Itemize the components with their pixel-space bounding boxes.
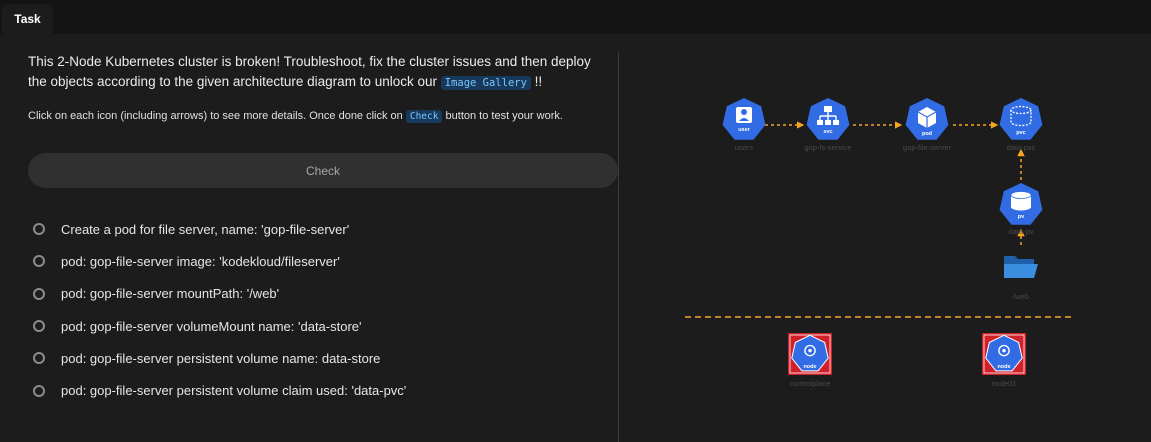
users-icon[interactable]: user — [722, 98, 766, 140]
architecture-diagram: user users svc gop-fs-service pod gop-fi… — [685, 98, 1073, 388]
svc-badge: svc — [823, 129, 832, 135]
svc-label: gop-fs-service — [804, 143, 851, 152]
controlplane-label: controlplane — [790, 379, 831, 388]
pvc-icon[interactable]: pvc — [999, 98, 1043, 140]
pod-label: gop-file-server — [903, 143, 951, 152]
pvc-badge: pvc — [1016, 130, 1025, 136]
pv-badge: pv — [1018, 214, 1025, 220]
pod-badge: pod — [922, 131, 932, 137]
node01-badge: node — [997, 364, 1010, 370]
controlplane-badge: node — [803, 364, 816, 370]
node01-node-icon[interactable]: node — [982, 333, 1026, 375]
pv-icon[interactable]: pv — [999, 183, 1043, 225]
users-label: users — [735, 143, 754, 152]
folder-label: /web — [1013, 292, 1029, 301]
controlplane-node-icon[interactable]: node — [788, 333, 832, 375]
node01-label: node01 — [991, 379, 1016, 388]
pod-icon[interactable]: pod — [905, 98, 949, 140]
pvc-label: data-pvc — [1007, 143, 1036, 152]
pv-label: data-pv — [1008, 227, 1033, 236]
users-badge: user — [738, 127, 750, 133]
folder-icon[interactable] — [1004, 256, 1038, 278]
service-icon[interactable]: svc — [806, 98, 850, 140]
